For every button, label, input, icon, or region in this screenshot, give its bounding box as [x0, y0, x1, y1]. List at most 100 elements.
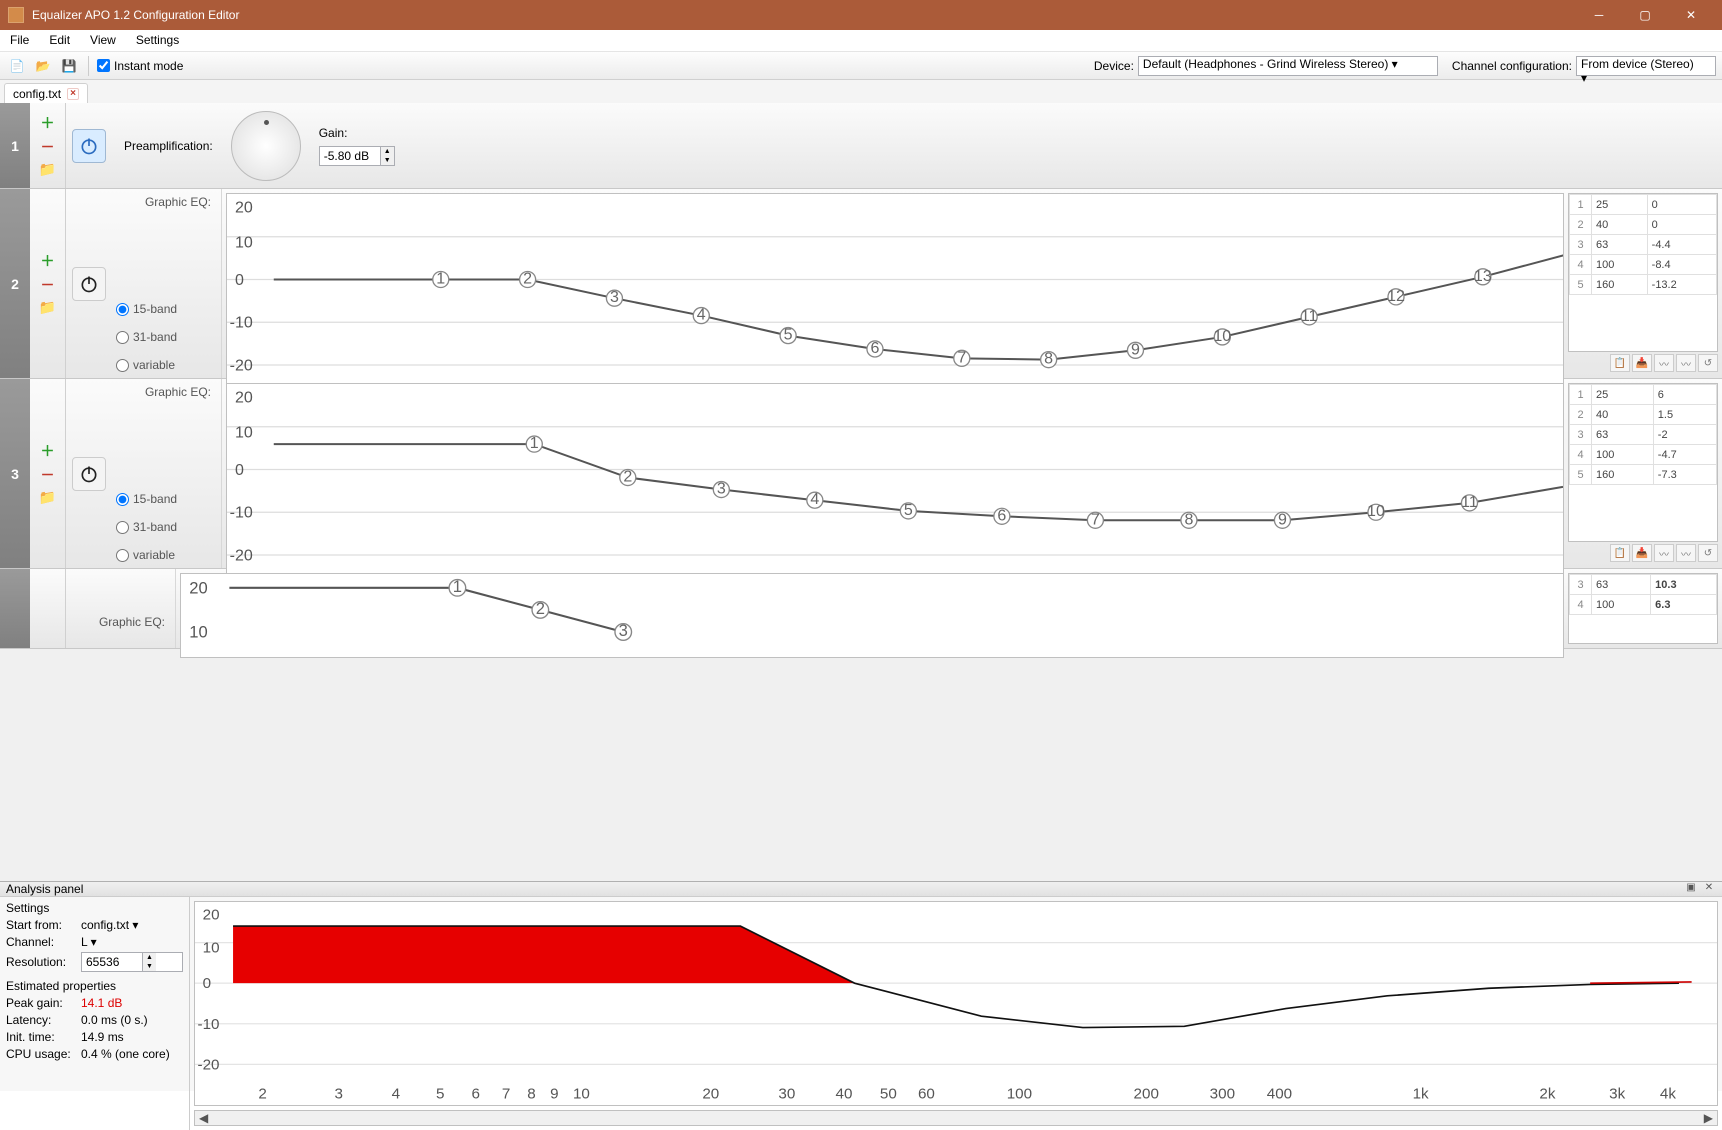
undock-button[interactable]: ▣: [1684, 882, 1698, 896]
normalize-icon[interactable]: 〰: [1676, 544, 1696, 562]
power-button[interactable]: [72, 129, 106, 163]
gain-label: Gain:: [319, 126, 395, 140]
power-icon: [79, 136, 99, 156]
geq-plot[interactable]: 2010 1 2 3: [180, 573, 1564, 658]
power-button[interactable]: [72, 267, 106, 301]
band-31-radio[interactable]: 31-band: [116, 520, 217, 534]
channel-config-combo[interactable]: From device (Stereo) ▾: [1576, 56, 1716, 76]
add-filter-button[interactable]: ＋: [41, 441, 55, 461]
row-controls: ＋ － 📁: [30, 103, 66, 188]
reset-icon[interactable]: ↺: [1698, 544, 1718, 562]
remove-filter-button[interactable]: －: [41, 137, 55, 157]
svg-text:2k: 2k: [1539, 1086, 1555, 1103]
edit-filter-button[interactable]: 📁: [39, 299, 56, 316]
spin-down[interactable]: ▼: [381, 156, 394, 165]
add-filter-button[interactable]: ＋: [41, 113, 55, 133]
svg-text:400: 400: [1267, 1086, 1292, 1103]
svg-text:4k: 4k: [1660, 1086, 1676, 1103]
geq-value-table[interactable]: 36310.3 41006.3: [1568, 573, 1718, 644]
menu-settings[interactable]: Settings: [126, 30, 189, 51]
close-panel-button[interactable]: ✕: [1702, 882, 1716, 896]
edit-filter-button[interactable]: 📁: [39, 161, 56, 178]
band-15-radio[interactable]: 15-band: [116, 302, 217, 316]
menu-view[interactable]: View: [80, 30, 126, 51]
power-button[interactable]: [72, 457, 106, 491]
svg-text:10: 10: [573, 1086, 590, 1103]
remove-filter-button[interactable]: －: [41, 465, 55, 485]
svg-text:-20: -20: [198, 1056, 220, 1073]
add-filter-button[interactable]: ＋: [41, 251, 55, 271]
svg-text:12: 12: [1387, 287, 1405, 305]
analysis-plot[interactable]: 20100-10-20 2345678910 2030405060100 200…: [194, 901, 1718, 1106]
svg-text:2: 2: [523, 270, 532, 288]
close-button[interactable]: ✕: [1668, 0, 1714, 30]
geq-label: Graphic EQ:: [116, 385, 217, 399]
estimated-header: Estimated properties: [6, 979, 183, 993]
band-variable-radio[interactable]: variable: [116, 358, 217, 372]
svg-text:100: 100: [1007, 1086, 1032, 1103]
instant-mode-input[interactable]: [97, 59, 110, 72]
geq-value-table[interactable]: 1256 2401.5 363-2 4100-4.7 5160-7.3: [1568, 383, 1718, 542]
geq-value-table[interactable]: 1250 2400 363-4.4 4100-8.4 5160-13.2: [1568, 193, 1718, 352]
open-file-button[interactable]: 📂: [32, 55, 54, 77]
paste-icon[interactable]: 📋: [1610, 354, 1630, 372]
svg-text:4: 4: [697, 306, 706, 324]
table-row: 5160-7.3: [1570, 465, 1717, 485]
new-file-button[interactable]: 📄: [6, 55, 28, 77]
paste-icon[interactable]: 📋: [1610, 544, 1630, 562]
filter-row-3: 3 ＋ － 📁 Graphic EQ: 15-band 31-band vari…: [0, 379, 1722, 569]
reset-icon[interactable]: ↺: [1698, 354, 1718, 372]
svg-text:6: 6: [870, 339, 879, 357]
start-from-combo[interactable]: config.txt ▾: [81, 918, 183, 932]
table-row: 1256: [1570, 385, 1717, 405]
save-file-button[interactable]: 💾: [58, 55, 80, 77]
svg-text:20: 20: [702, 1086, 719, 1103]
gain-input[interactable]: [320, 147, 380, 165]
invert-icon[interactable]: 〰: [1654, 544, 1674, 562]
svg-text:2: 2: [258, 1086, 266, 1103]
analysis-hscroll[interactable]: ◀▶: [194, 1110, 1718, 1126]
analysis-settings: Settings Start from: config.txt ▾ Channe…: [0, 897, 190, 1130]
normalize-icon[interactable]: 〰: [1676, 354, 1696, 372]
import-icon[interactable]: 📥: [1632, 544, 1652, 562]
menu-edit[interactable]: Edit: [39, 30, 80, 51]
table-row: 4100-8.4: [1570, 255, 1717, 275]
spin-up[interactable]: ▲: [381, 147, 394, 156]
svg-text:10: 10: [189, 623, 207, 642]
band-31-radio[interactable]: 31-band: [116, 330, 217, 344]
geq-plot[interactable]: 20 10 0 -10 -20 1 2 3 4 5 6: [226, 193, 1564, 409]
tab-close-icon[interactable]: ×: [67, 88, 79, 100]
tab-config[interactable]: config.txt ×: [4, 83, 88, 104]
svg-text:10: 10: [235, 233, 253, 251]
minimize-button[interactable]: ─: [1576, 0, 1622, 30]
menu-file[interactable]: File: [0, 30, 39, 51]
svg-text:8: 8: [527, 1086, 535, 1103]
svg-text:0: 0: [235, 461, 244, 479]
svg-text:0: 0: [235, 271, 244, 289]
table-row: 1250: [1570, 195, 1717, 215]
svg-text:40: 40: [836, 1086, 853, 1103]
svg-text:3k: 3k: [1609, 1086, 1625, 1103]
gain-spinbox[interactable]: ▲▼: [319, 146, 395, 166]
invert-icon[interactable]: 〰: [1654, 354, 1674, 372]
svg-text:1: 1: [436, 270, 445, 288]
svg-text:13: 13: [1474, 267, 1492, 285]
band-15-radio[interactable]: 15-band: [116, 492, 217, 506]
gain-knob[interactable]: [231, 111, 301, 181]
maximize-button[interactable]: ▢: [1622, 0, 1668, 30]
edit-filter-button[interactable]: 📁: [39, 489, 56, 506]
device-combo[interactable]: Default (Headphones - Grind Wireless Ste…: [1138, 56, 1438, 76]
table-row: 36310.3: [1570, 575, 1717, 595]
svg-text:1: 1: [453, 577, 462, 596]
svg-text:10: 10: [235, 423, 253, 441]
channel-combo[interactable]: L ▾: [81, 935, 183, 949]
preamp-label: Preamplification:: [124, 139, 213, 153]
band-variable-radio[interactable]: variable: [116, 548, 217, 562]
geq-plot[interactable]: 20100-10-20 1 2 3 4 5 6 7 8 9 10: [226, 383, 1564, 599]
svg-text:4: 4: [810, 490, 819, 508]
table-row: 363-2: [1570, 425, 1717, 445]
instant-mode-checkbox[interactable]: Instant mode: [97, 59, 183, 73]
remove-filter-button[interactable]: －: [41, 275, 55, 295]
import-icon[interactable]: 📥: [1632, 354, 1652, 372]
resolution-spinbox[interactable]: ▲▼: [81, 952, 183, 972]
